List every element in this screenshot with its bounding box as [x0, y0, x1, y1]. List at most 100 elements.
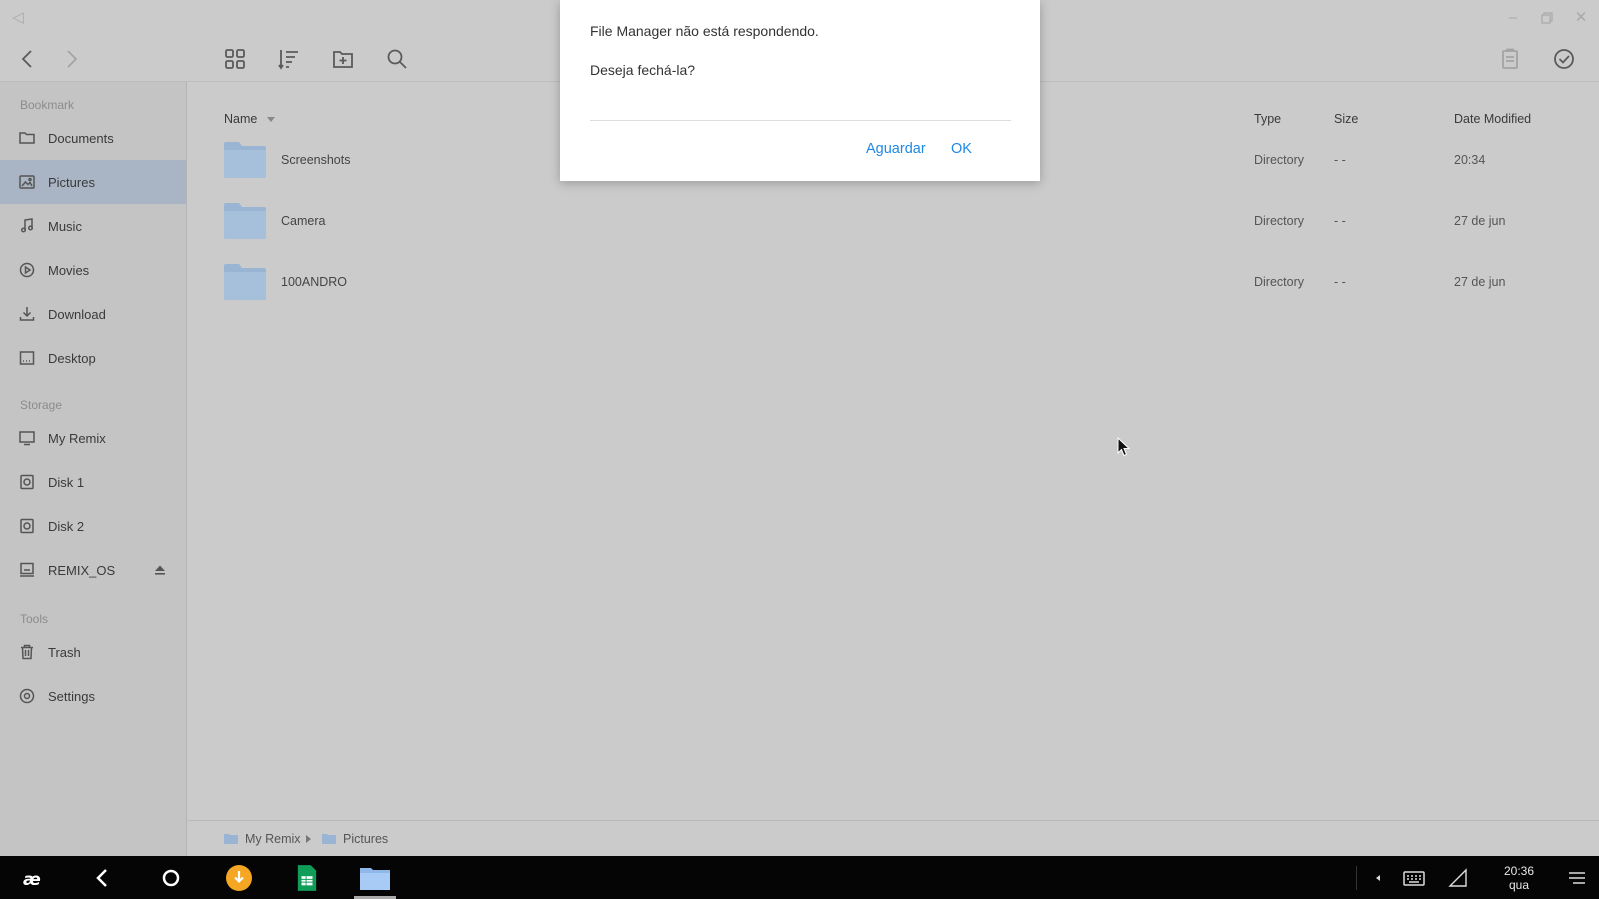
sidebar-item-label: Trash: [48, 644, 81, 660]
tray-divider: [1356, 866, 1357, 890]
file-date: 27 de jun: [1454, 214, 1506, 228]
sidebar-item-label: Disk 2: [48, 518, 85, 534]
sidebar-item-trash[interactable]: Trash: [0, 630, 186, 674]
not-responding-dialog: File Manager não está respondendo. Desej…: [560, 0, 1040, 181]
back-arrow-icon[interactable]: [13, 44, 43, 74]
signal-icon[interactable]: [1444, 862, 1472, 894]
breadcrumb: My Remix Pictures: [188, 820, 1599, 856]
sidebar-item-disk-2[interactable]: Disk 2: [0, 504, 186, 548]
image-icon: [19, 175, 35, 189]
sidebar-item-music[interactable]: Music: [0, 204, 186, 248]
column-header-name[interactable]: Name: [224, 112, 276, 126]
folder-icon: [322, 834, 336, 844]
drive-icon: [20, 562, 34, 577]
folder-icon: [19, 132, 35, 144]
file-name: Screenshots: [281, 153, 351, 167]
sort-icon[interactable]: [274, 44, 304, 74]
file-date: 27 de jun: [1454, 275, 1506, 289]
sidebar: Bookmark Documents Pictures Music Movies…: [0, 82, 187, 856]
table-row[interactable]: 100ANDRO Directory - - 27 de jun: [188, 256, 1599, 316]
taskbar: æ 20:36 qua: [0, 856, 1599, 899]
chevron-right-icon: [306, 835, 311, 843]
folder-icon: [224, 264, 266, 300]
disk-icon: [20, 518, 34, 534]
clock[interactable]: 20:36 qua: [1494, 864, 1544, 892]
notification-menu-icon[interactable]: [1560, 862, 1594, 894]
gear-icon: [19, 688, 35, 704]
section-bookmark: Bookmark: [20, 98, 75, 112]
nav-back-icon[interactable]: [86, 862, 120, 894]
breadcrumb-item-pictures[interactable]: Pictures: [343, 832, 388, 846]
tray-expand-icon[interactable]: [1370, 862, 1386, 894]
folder-icon: [224, 142, 266, 178]
music-note-icon: [20, 218, 34, 233]
sidebar-item-label: Settings: [48, 688, 95, 704]
sidebar-item-desktop[interactable]: Desktop: [0, 336, 186, 380]
folder-icon: [224, 834, 238, 844]
sort-down-icon: [267, 117, 276, 123]
search-icon[interactable]: [382, 44, 412, 74]
new-folder-icon[interactable]: [328, 44, 358, 74]
sidebar-item-settings[interactable]: Settings: [0, 674, 186, 718]
sidebar-item-label: REMIX_OS: [48, 562, 116, 578]
dialog-divider: [590, 120, 1011, 121]
file-size: - -: [1334, 153, 1346, 167]
forward-arrow-icon[interactable]: [56, 44, 86, 74]
column-header-size[interactable]: Size: [1334, 112, 1358, 126]
sidebar-item-pictures[interactable]: Pictures: [0, 160, 186, 204]
desktop-icon: [19, 351, 35, 365]
download-icon: [19, 307, 35, 321]
sheets-app-icon[interactable]: [290, 862, 324, 894]
mouse-cursor-icon: [1117, 437, 1131, 457]
column-header-type[interactable]: Type: [1254, 112, 1281, 126]
sidebar-item-label: My Remix: [48, 430, 106, 446]
sidebar-item-disk-1[interactable]: Disk 1: [0, 460, 186, 504]
svg-text:æ: æ: [23, 870, 41, 890]
column-name-label: Name: [224, 112, 258, 126]
file-name: Camera: [281, 214, 326, 228]
select-all-check-icon[interactable]: [1549, 44, 1579, 74]
clock-time: 20:36: [1503, 864, 1535, 878]
clock-day: qua: [1508, 878, 1530, 892]
sidebar-item-label: Desktop: [48, 350, 96, 366]
downloader-app-icon[interactable]: [222, 862, 256, 894]
trash-icon: [21, 644, 33, 660]
file-size: - -: [1334, 214, 1346, 228]
close-icon[interactable]: ✕: [1571, 8, 1591, 28]
table-row[interactable]: Camera Directory - - 27 de jun: [188, 195, 1599, 255]
file-date: 20:34: [1454, 153, 1486, 167]
breadcrumb-item-my-remix[interactable]: My Remix: [245, 832, 301, 846]
sidebar-item-download[interactable]: Download: [0, 292, 186, 336]
sidebar-item-documents[interactable]: Documents: [0, 116, 186, 160]
file-type: Directory: [1254, 153, 1305, 167]
sidebar-item-label: Movies: [48, 262, 90, 278]
grid-view-icon[interactable]: [220, 44, 250, 74]
keyboard-icon[interactable]: [1398, 862, 1430, 894]
play-circle-icon: [19, 262, 35, 278]
file-name: 100ANDRO: [281, 275, 347, 289]
ok-button[interactable]: OK: [951, 141, 972, 157]
eject-icon[interactable]: [154, 564, 166, 576]
sidebar-item-my-remix[interactable]: My Remix: [0, 416, 186, 460]
sidebar-item-label: Music: [48, 218, 82, 234]
sidebar-item-label: Pictures: [48, 174, 95, 190]
file-type: Directory: [1254, 214, 1305, 228]
sidebar-item-remix-os[interactable]: REMIX_OS: [0, 548, 186, 592]
column-header-date[interactable]: Date Modified: [1454, 112, 1531, 126]
sidebar-item-label: Disk 1: [48, 474, 85, 490]
nav-home-icon[interactable]: [154, 862, 188, 894]
file-manager-app-icon[interactable]: [356, 862, 394, 894]
clipboard-icon[interactable]: [1495, 44, 1525, 74]
monitor-icon: [19, 431, 35, 446]
minimize-icon[interactable]: –: [1503, 8, 1523, 28]
sidebar-item-movies[interactable]: Movies: [0, 248, 186, 292]
dialog-message: Deseja fechá-la?: [590, 62, 696, 78]
file-size: - -: [1334, 275, 1346, 289]
remix-logo-icon[interactable]: æ: [16, 862, 52, 894]
window-back-icon[interactable]: ◁: [8, 8, 28, 28]
wait-button[interactable]: Aguardar: [866, 141, 926, 157]
dialog-title: File Manager não está respondendo.: [590, 23, 819, 39]
maximize-icon[interactable]: [1537, 8, 1557, 28]
folder-icon: [224, 203, 266, 239]
section-tools: Tools: [20, 612, 49, 626]
